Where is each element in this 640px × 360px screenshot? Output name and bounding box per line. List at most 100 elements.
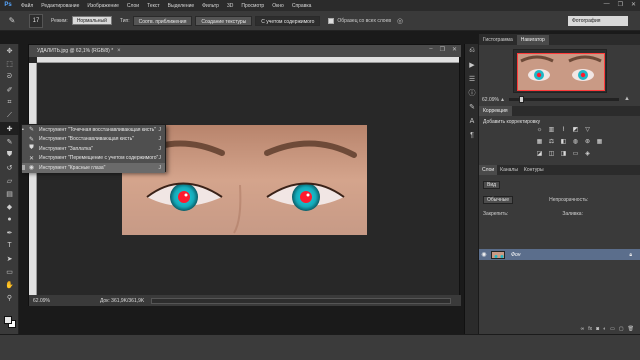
zoom-out-icon[interactable]: ▴ [501, 96, 504, 103]
trash-icon[interactable]: 🗑︎ [628, 326, 634, 332]
zoom-tool-icon[interactable]: ⚲ [0, 291, 19, 304]
adjustment-layer-icon[interactable]: ◐ [603, 326, 606, 332]
status-zoom[interactable]: 62.09% [33, 298, 50, 304]
menu-filter[interactable]: Фильтр [198, 3, 223, 9]
tab-navigator[interactable]: Навигатор [516, 35, 549, 45]
minimize-icon[interactable]: – [429, 46, 432, 53]
vibrance-icon[interactable]: ▽ [583, 126, 592, 134]
menu-window[interactable]: Окно [268, 3, 288, 9]
color-balance-icon[interactable]: ⚖ [547, 138, 556, 146]
layer-mask-icon[interactable]: ◙ [596, 326, 599, 332]
healing-tool-icon[interactable]: ✚ [0, 122, 19, 135]
exposure-icon[interactable]: ◩ [571, 126, 580, 134]
workspace-select[interactable]: Фотография [568, 16, 628, 26]
posterize-icon[interactable]: ◫ [547, 150, 556, 158]
eraser-tool-icon[interactable]: ▱ [0, 174, 19, 187]
eye-icon[interactable]: ◉ [479, 251, 489, 258]
type-texture-button[interactable]: Создание текстуры [195, 15, 253, 26]
group-icon[interactable]: ▭ [610, 326, 615, 332]
healing-brush-icon[interactable]: ✎ [3, 14, 21, 28]
invert-icon[interactable]: ◪ [535, 150, 544, 158]
brush-size-picker[interactable]: 17 [29, 13, 43, 28]
layer-row-background[interactable]: ◉ Фон 🔒︎ [479, 249, 640, 260]
menu-edit[interactable]: Редактирование [37, 3, 83, 9]
info-panel-icon[interactable]: ⓘ [465, 86, 479, 100]
curves-icon[interactable]: ⌇ [559, 126, 568, 134]
flyout-content-aware-move[interactable]: ✕ Инструмент "Перемещение с учетом содер… [22, 154, 165, 164]
flyout-patch[interactable]: ⛊ Инструмент "Заплатка" J [22, 144, 165, 154]
history-panel-icon[interactable]: ⎌ [465, 44, 479, 58]
photo-filter-icon[interactable]: ◍ [571, 138, 580, 146]
menu-help[interactable]: Справка [288, 3, 316, 9]
actions-panel-icon[interactable]: ▶ [465, 58, 479, 72]
tab-layers[interactable]: Слои [479, 165, 498, 175]
flyout-spot-healing[interactable]: • ✎ Инструмент "Точечная восстанавливающ… [22, 125, 165, 135]
shape-tool-icon[interactable]: ▭ [0, 265, 19, 278]
hue-saturation-icon[interactable]: ▦ [535, 138, 544, 146]
restore-icon[interactable]: ❐ [440, 46, 445, 53]
navigator-preview[interactable] [513, 49, 607, 93]
black-white-icon[interactable]: ◧ [559, 138, 568, 146]
brush-panel-icon[interactable]: ✎ [465, 100, 479, 114]
foreground-color-swatch[interactable] [4, 316, 12, 324]
hand-tool-icon[interactable]: ✋ [0, 278, 19, 291]
minimize-icon[interactable]: — [604, 1, 610, 8]
flyout-red-eye[interactable]: ◉ Инструмент "Красные глаза" J [22, 163, 165, 173]
close-icon[interactable]: ✕ [631, 1, 636, 8]
tab-adjustments[interactable]: Коррекция [479, 106, 512, 116]
navigator-view-frame[interactable] [517, 53, 605, 91]
move-tool-icon[interactable]: ✥ [0, 44, 19, 57]
menu-3d[interactable]: 3D [223, 3, 237, 9]
path-select-tool-icon[interactable]: ➤ [0, 252, 19, 265]
paragraph-panel-icon[interactable]: ¶ [465, 128, 479, 142]
zoom-in-icon[interactable]: ▲ [624, 96, 630, 102]
pressure-size-icon[interactable]: ◎ [397, 17, 403, 25]
brush-tool-icon[interactable]: ✎ [0, 135, 19, 148]
brightness-icon[interactable]: ☼ [535, 126, 544, 134]
dodge-tool-icon[interactable]: ● [0, 213, 19, 226]
sample-all-layers-checkbox[interactable] [328, 17, 335, 24]
vertical-ruler[interactable] [29, 63, 37, 295]
color-lookup-icon[interactable]: ▦ [595, 138, 604, 146]
navigator-zoom-slider[interactable] [509, 96, 619, 103]
menu-layers[interactable]: Слои [123, 3, 143, 9]
close-icon[interactable]: × [117, 48, 121, 54]
navigator-zoom-value[interactable]: 62.09% [482, 97, 499, 103]
quick-select-tool-icon[interactable]: ✐ [0, 83, 19, 96]
type-panel-icon[interactable]: A [465, 114, 479, 128]
pen-tool-icon[interactable]: ✒ [0, 226, 19, 239]
tab-paths[interactable]: Контуры [521, 165, 547, 175]
eyedropper-tool-icon[interactable]: ⟋ [0, 109, 19, 122]
horizontal-scrollbar[interactable] [151, 298, 451, 304]
gradient-map-icon[interactable]: ▭ [571, 150, 580, 158]
menu-type[interactable]: Текст [143, 3, 164, 9]
tab-channels[interactable]: Каналы [497, 165, 521, 175]
crop-tool-icon[interactable]: ⌗ [0, 96, 19, 109]
properties-panel-icon[interactable]: ☰ [465, 72, 479, 86]
blur-tool-icon[interactable]: ◆ [0, 200, 19, 213]
type-proximity-button[interactable]: Соотв. приближения [132, 15, 193, 26]
type-content-aware-button[interactable]: С учетом содержимого [255, 15, 321, 26]
channel-mixer-icon[interactable]: ⊛ [583, 138, 592, 146]
close-icon[interactable]: ✕ [452, 46, 457, 53]
menu-view[interactable]: Просмотр [237, 3, 268, 9]
stamp-tool-icon[interactable]: ⛊ [0, 148, 19, 161]
history-brush-tool-icon[interactable]: ↺ [0, 161, 19, 174]
lasso-tool-icon[interactable]: ᘐ [0, 70, 19, 83]
tab-histogram[interactable]: Гистограмма [479, 35, 517, 45]
menu-file[interactable]: Файл [17, 3, 37, 9]
fx-icon[interactable]: fx [588, 326, 592, 332]
layer-filter-select[interactable]: Вид [483, 181, 501, 189]
flyout-healing-brush[interactable]: ✎ Инструмент "Восстанавливающая кисть" J [22, 135, 165, 145]
blend-mode-select[interactable]: Обычные [483, 196, 514, 204]
restore-icon[interactable]: ❐ [618, 1, 623, 8]
mode-select[interactable]: Нормальный [71, 16, 112, 25]
selective-color-icon[interactable]: ◈ [583, 150, 592, 158]
canvas-area[interactable] [37, 63, 459, 295]
link-layers-icon[interactable]: ∞ [581, 326, 585, 332]
type-tool-icon[interactable]: T [0, 239, 19, 252]
marquee-tool-icon[interactable]: ⬚ [0, 57, 19, 70]
menu-select[interactable]: Выделение [164, 3, 199, 9]
gradient-tool-icon[interactable]: ▤ [0, 187, 19, 200]
threshold-icon[interactable]: ◨ [559, 150, 568, 158]
